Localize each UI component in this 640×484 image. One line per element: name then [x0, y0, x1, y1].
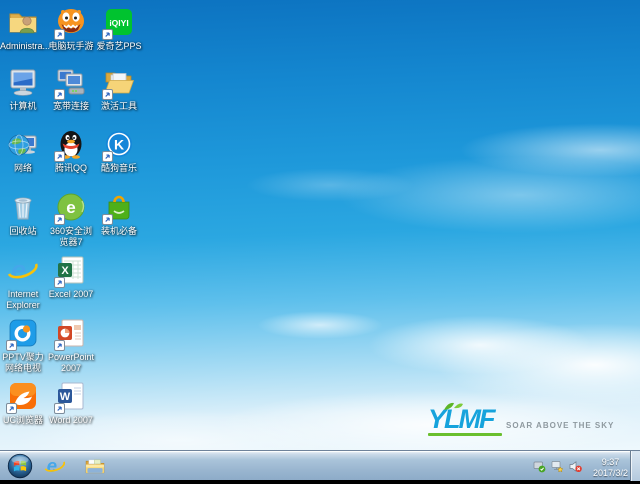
desktop-icon-kugou-music[interactable]: K 酷狗音乐: [96, 128, 142, 174]
network-warning-icon[interactable]: [551, 460, 564, 473]
shortcut-arrow-icon: [6, 403, 17, 414]
shortcut-arrow-icon: [54, 214, 65, 225]
volume-muted-icon[interactable]: [569, 460, 582, 473]
shopping-bag-icon: [102, 191, 136, 225]
desktop-icon-pptv[interactable]: PPTV聚力 网络电视: [0, 317, 46, 374]
desktop-icon-powerpoint-2007[interactable]: PowerPoint 2007: [48, 317, 94, 374]
360-browser-icon: e: [54, 191, 88, 225]
desktop-icon-label: 计算机: [9, 101, 37, 111]
shortcut-arrow-icon: [54, 403, 65, 414]
desktop-icon-label: PPTV聚力 网络电视: [2, 352, 44, 373]
desktop-icon-word-2007[interactable]: W Word 2007: [48, 380, 94, 426]
leaf-icon: [444, 402, 463, 410]
internet-explorer-icon: e: [6, 254, 40, 288]
shortcut-arrow-icon: [102, 214, 113, 225]
ylmf-tagline: SOAR ABOVE THE SKY: [506, 421, 615, 430]
desktop-icon-activation-tools[interactable]: 激活工具: [96, 66, 142, 112]
folder-icon: [85, 459, 105, 474]
desktop-icon-label: Excel 2007: [48, 289, 94, 299]
qq-penguin-icon: [54, 128, 88, 162]
taskbar-windows-explorer-button[interactable]: [84, 455, 108, 477]
taskbar-internet-explorer-button[interactable]: e: [44, 455, 68, 477]
broadband-icon: [54, 66, 88, 100]
desktop-icon-essential-apps[interactable]: 装机必备: [96, 191, 142, 237]
network-globe-icon: [6, 128, 40, 162]
svg-text:iQIYI: iQIYI: [109, 18, 128, 28]
shortcut-arrow-icon: [102, 151, 113, 162]
desktop-icon-broadband-connection[interactable]: 宽带连接: [48, 66, 94, 112]
desktop-icon-label: Internet Explorer: [6, 289, 40, 310]
update-ready-icon[interactable]: [533, 460, 546, 473]
taskbar-clock[interactable]: 9:37 2017/3/2: [593, 454, 628, 479]
open-folder-icon: [102, 66, 136, 100]
desktop-icon-recycle-bin[interactable]: 回收站: [0, 191, 46, 237]
shortcut-arrow-icon: [6, 340, 17, 351]
pptv-icon: [6, 317, 40, 351]
svg-text:X: X: [61, 265, 69, 277]
desktop-icon-label: 爱奇艺PPS: [96, 41, 142, 51]
shortcut-arrow-icon: [102, 29, 113, 40]
desktop-icon-label: 激活工具: [100, 101, 137, 111]
desktop-icon-label: 宽带连接: [52, 101, 89, 111]
recycle-bin-icon: [6, 191, 40, 225]
user-folder-icon: [6, 6, 40, 40]
word-icon: W: [54, 380, 88, 414]
svg-text:K: K: [114, 137, 124, 153]
ylmf-logo-text: YLMF: [428, 404, 496, 434]
clock-date: 2017/3/2: [592, 467, 628, 478]
desktop-icon-excel-2007[interactable]: X Excel 2007: [48, 254, 94, 300]
internet-explorer-icon: e: [44, 455, 66, 476]
desktop-icon-label: 网络: [13, 163, 32, 173]
iqiyi-icon: iQIYI: [102, 6, 136, 40]
shortcut-arrow-icon: [54, 277, 65, 288]
shortcut-arrow-icon: [54, 340, 65, 351]
svg-text:e: e: [11, 255, 26, 285]
shortcut-arrow-icon: [102, 89, 113, 100]
desktop-icon-pc-play-mobile-games[interactable]: 电脑玩手游: [48, 6, 94, 52]
svg-text:e: e: [66, 198, 75, 217]
desktop-icon-360-browser[interactable]: e 360安全浏览器7: [48, 191, 94, 248]
desktop-icon-iqiyi-pps[interactable]: iQIYI 爱奇艺PPS: [96, 6, 142, 52]
monster-icon: [54, 6, 88, 40]
kugou-icon: K: [102, 128, 136, 162]
ylmf-watermark: YLMF SOAR ABOVE THE SKY: [428, 402, 618, 436]
start-button[interactable]: [7, 453, 33, 479]
desktop-icon-tencent-qq[interactable]: 腾讯QQ: [48, 128, 94, 174]
shortcut-arrow-icon: [54, 151, 65, 162]
shortcut-arrow-icon: [54, 89, 65, 100]
desktop-icon-label: 回收站: [9, 226, 37, 236]
desktop-icon-label: 装机必备: [100, 226, 137, 236]
shortcut-arrow-icon: [54, 29, 65, 40]
desktop-icon-uc-browser[interactable]: UC浏览器: [0, 380, 46, 426]
clock-time: 9:37: [601, 456, 620, 467]
powerpoint-icon: [54, 317, 88, 351]
uc-browser-icon: [6, 380, 40, 414]
desktop-icon-computer[interactable]: 计算机: [0, 66, 46, 112]
system-tray: 9:37 2017/3/2: [533, 451, 628, 481]
desktop-icon-label: 酷狗音乐: [100, 163, 137, 173]
desktop-icon-internet-explorer[interactable]: e Internet Explorer: [0, 254, 46, 311]
svg-text:W: W: [60, 391, 71, 403]
computer-icon: [6, 66, 40, 100]
desktop-icon-label: Administra...: [0, 41, 51, 51]
show-desktop-button[interactable]: [630, 451, 640, 481]
desktop-icon-administrator-folder[interactable]: Administra...: [0, 6, 51, 52]
desktop-icon-label: 电脑玩手游: [48, 41, 94, 51]
desktop-icon-label: Word 2007: [49, 415, 93, 425]
desktop-icon-label: 360安全浏览器7: [49, 226, 93, 247]
desktop-icon-label: UC浏览器: [3, 415, 43, 425]
desktop-icon-label: 腾讯QQ: [54, 163, 87, 173]
taskbar: e 9:37 2017/3/2: [0, 450, 640, 481]
desktop-icon-network[interactable]: 网络: [0, 128, 46, 174]
svg-text:e: e: [47, 455, 57, 476]
desktop-icon-label: PowerPoint 2007: [48, 352, 95, 373]
desktop[interactable]: Administra... 电脑玩手游 iQIYI 爱奇艺PPS 计算机 宽带连…: [0, 0, 640, 450]
ylmf-logo: YLMF: [428, 402, 502, 436]
excel-icon: X: [54, 254, 88, 288]
